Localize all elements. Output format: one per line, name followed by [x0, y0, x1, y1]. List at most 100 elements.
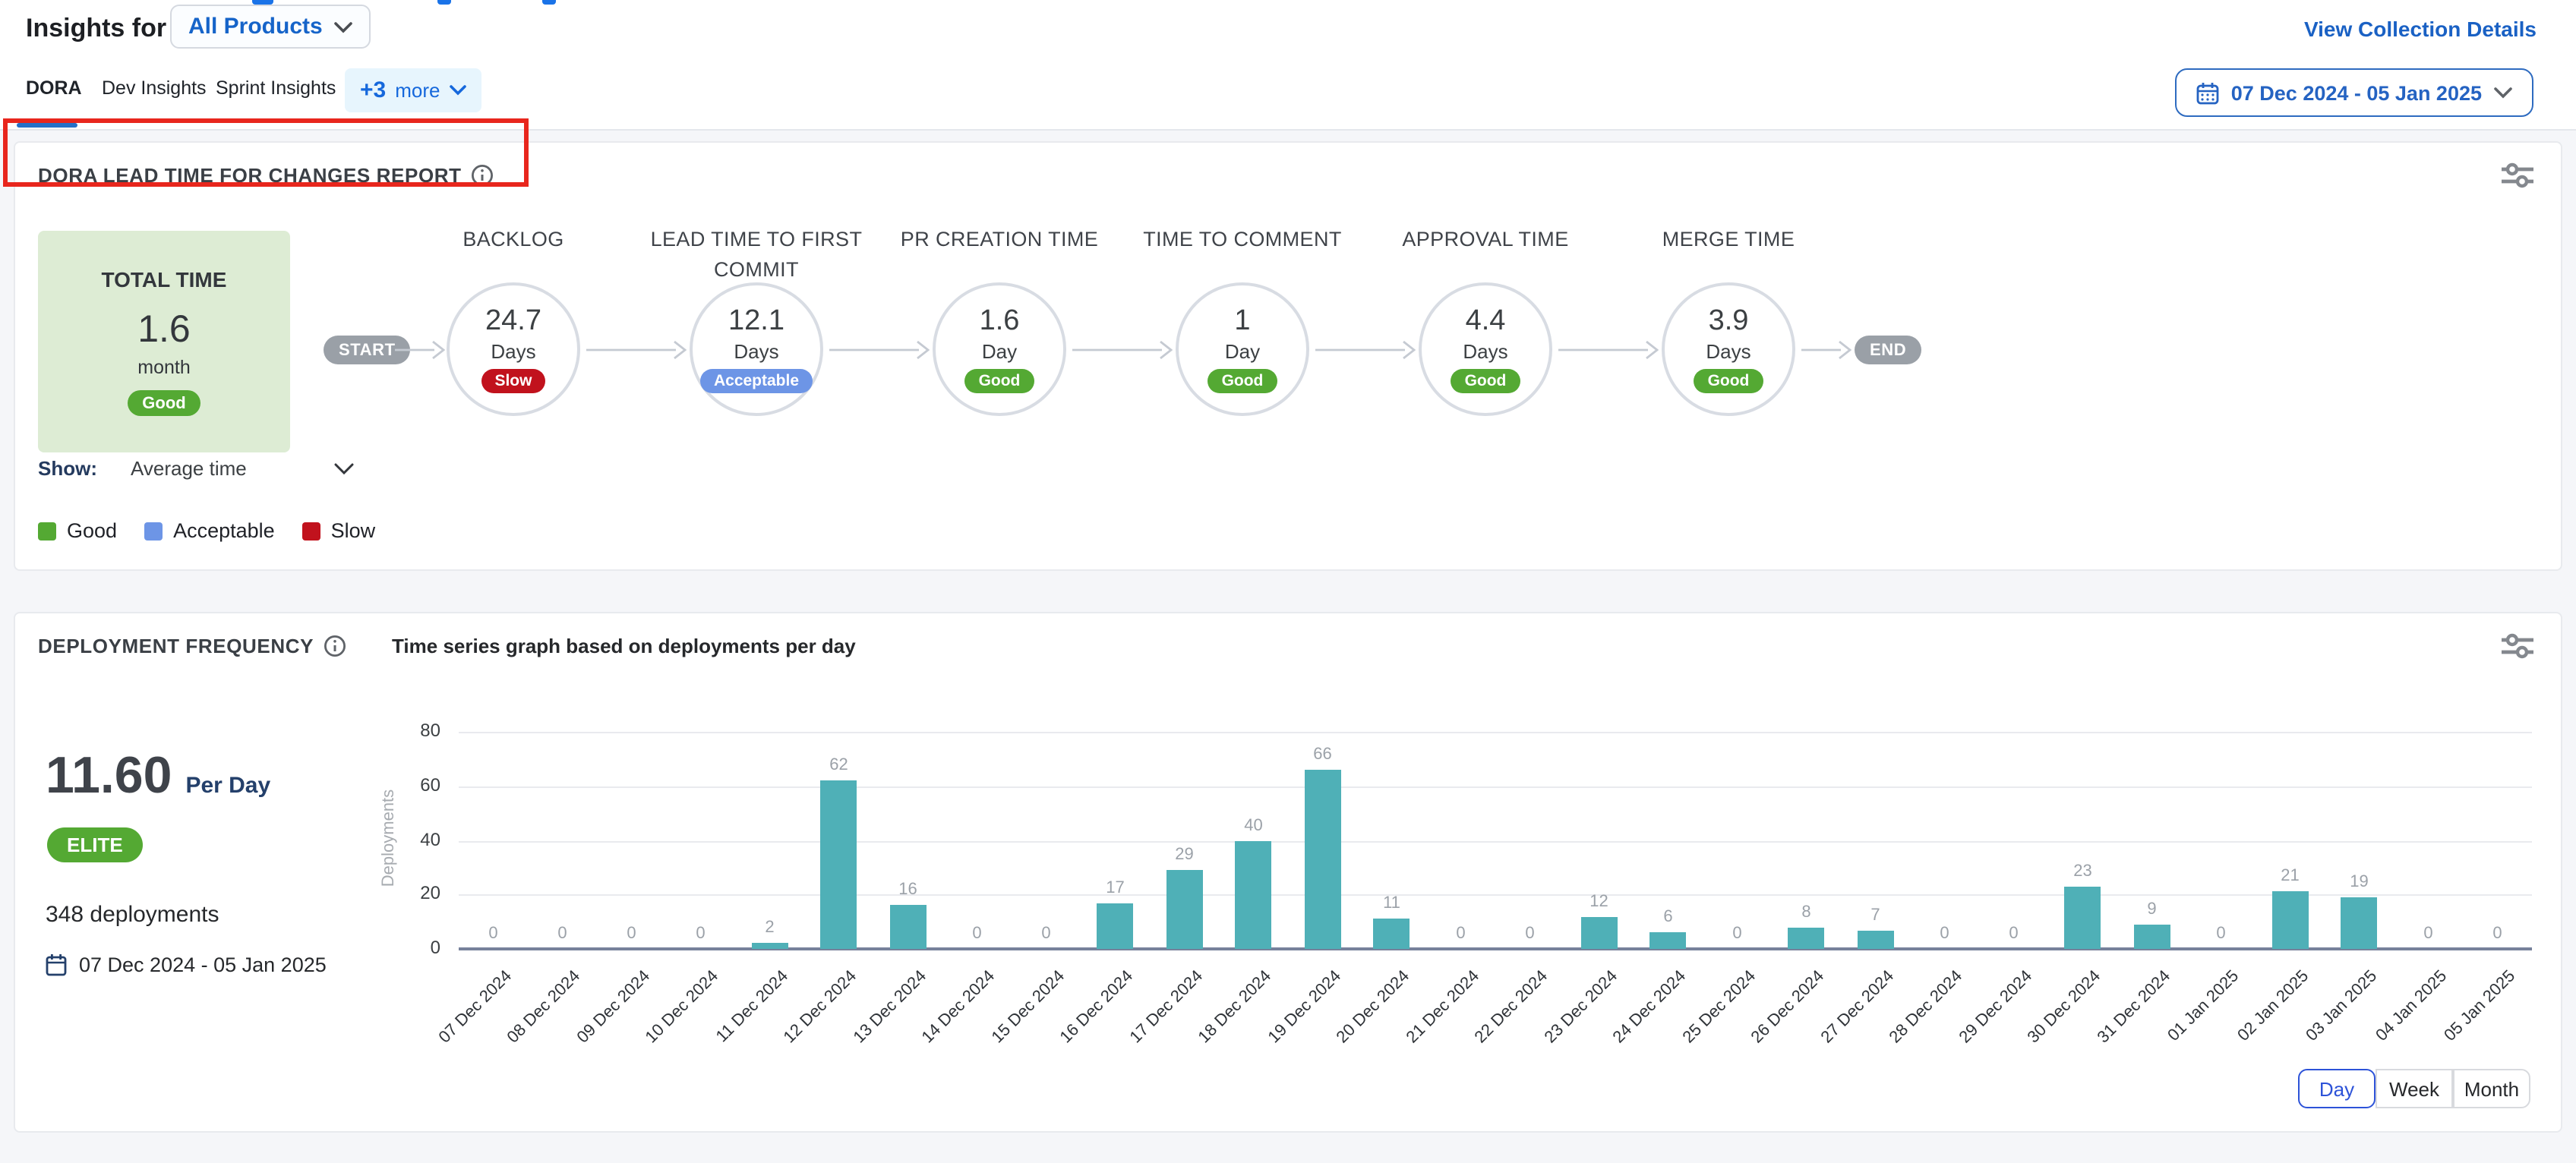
deployment-bar[interactable] — [2065, 887, 2101, 949]
deployments-bar-chart: Deployments 806040200 000026216001729406… — [15, 613, 2564, 1134]
deployment-bar[interactable] — [2341, 897, 2378, 949]
legend-item-acceptable: Acceptable — [144, 519, 275, 542]
stage-unit: Days — [491, 340, 535, 363]
bar-value-label: 2 — [737, 919, 803, 938]
bar-value-label: 9 — [2119, 900, 2186, 919]
bar-value-label: 0 — [1981, 925, 2047, 943]
stage-rating-badge: Good — [965, 369, 1034, 393]
deployment-bar[interactable] — [752, 944, 788, 949]
stage-value: 1.6 — [980, 305, 1020, 339]
header: Insights for All Products View Collectio… — [0, 0, 2576, 131]
flow-arrow — [586, 340, 687, 360]
bar-value-label: 0 — [598, 925, 665, 943]
bar-value-label: 17 — [1082, 878, 1149, 897]
y-tick-label: 60 — [371, 774, 440, 796]
flow-arrow — [395, 340, 445, 360]
page: Insights for All Products View Collectio… — [0, 0, 2576, 1163]
y-tick-label: 80 — [371, 720, 440, 741]
stage-circle-backlog[interactable]: 24.7 Days Slow — [447, 282, 580, 416]
tab-dev-insights[interactable]: Dev Insights — [102, 77, 207, 99]
stage-label-approval-time: APPROVAL TIME — [1364, 225, 1607, 254]
stage-value: 1 — [1234, 305, 1250, 339]
stage-label-pr-creation: PR CREATION TIME — [878, 225, 1121, 254]
y-tick-label: 0 — [371, 937, 440, 958]
clipped-link-fragment — [542, 0, 556, 5]
deployment-bar[interactable] — [2272, 892, 2309, 949]
stage-rating-badge: Acceptable — [700, 369, 813, 393]
widget-settings-icon[interactable] — [2502, 162, 2533, 196]
stage-label-backlog: BACKLOG — [392, 225, 635, 254]
deployment-bar[interactable] — [821, 780, 857, 949]
legend-item-good: Good — [38, 519, 117, 542]
clipped-link-fragment — [437, 0, 451, 5]
gridline — [459, 732, 2532, 733]
deployment-bar[interactable] — [890, 906, 927, 949]
deployment-bar[interactable] — [1236, 840, 1272, 949]
stage-circle-time-to-comment[interactable]: 1 Day Good — [1176, 282, 1309, 416]
bar-value-label: 0 — [529, 925, 596, 943]
tab-dora[interactable]: DORA — [26, 77, 82, 99]
deployment-bar[interactable] — [1650, 933, 1687, 949]
deployment-bar[interactable] — [1858, 930, 1894, 949]
deployment-bar[interactable] — [1374, 919, 1410, 949]
bar-value-label: 0 — [944, 925, 1011, 943]
more-tabs-count: +3 — [360, 77, 386, 103]
y-tick-label: 20 — [371, 883, 440, 904]
legend-swatch-acceptable — [144, 522, 163, 540]
deployment-bar[interactable] — [1788, 927, 1825, 949]
stage-value: 3.9 — [1709, 305, 1749, 339]
stage-circle-approval-time[interactable]: 4.4 Days Good — [1419, 282, 1552, 416]
deployment-bar[interactable] — [1166, 870, 1203, 949]
stage-circle-merge-time[interactable]: 3.9 Days Good — [1662, 282, 1795, 416]
flow-arrow — [1072, 340, 1173, 360]
product-selector-dropdown[interactable]: All Products — [170, 5, 371, 49]
legend-item-slow: Slow — [302, 519, 376, 542]
info-icon[interactable] — [471, 164, 494, 187]
legend-label: Acceptable — [173, 519, 275, 542]
date-range-value: 07 Dec 2024 - 05 Jan 2025 — [2231, 81, 2482, 104]
more-tabs-dropdown[interactable]: +3 more — [345, 68, 481, 112]
flow-arrow — [1315, 340, 1416, 360]
bar-value-label: 66 — [1290, 745, 1356, 764]
stage-unit: Day — [1225, 340, 1260, 363]
stage-unit: Day — [982, 340, 1017, 363]
active-tab-underline — [17, 123, 77, 128]
tab-sprint-insights[interactable]: Sprint Insights — [216, 77, 336, 99]
show-label: Show: — [38, 457, 97, 480]
gridline — [459, 895, 2532, 897]
deployment-bar[interactable] — [1305, 770, 1341, 949]
flow-arrow — [1801, 340, 1852, 360]
chevron-down-icon — [2494, 87, 2512, 99]
toggle-day-button[interactable]: Day — [2298, 1069, 2376, 1108]
deployment-frequency-card: DEPLOYMENT FREQUENCY Time series graph b… — [14, 612, 2562, 1133]
toggle-month-button[interactable]: Month — [2453, 1069, 2530, 1108]
calendar-icon — [2196, 81, 2219, 104]
deployment-bar[interactable] — [2134, 925, 2170, 949]
gridline — [459, 840, 2532, 842]
granularity-toggle: Day Week Month — [2298, 1069, 2530, 1108]
deployment-bar[interactable] — [1581, 916, 1618, 949]
end-pill: END — [1855, 336, 1921, 364]
chevron-down-icon — [449, 85, 466, 96]
page-title: Insights for — [26, 14, 166, 44]
toggle-week-button[interactable]: Week — [2376, 1069, 2453, 1108]
date-range-picker[interactable]: 07 Dec 2024 - 05 Jan 2025 — [2175, 68, 2533, 117]
bar-value-label: 0 — [1013, 925, 1080, 943]
bar-value-label: 16 — [875, 881, 942, 900]
bar-value-label: 62 — [806, 756, 873, 774]
stage-circle-pr-creation[interactable]: 1.6 Day Good — [933, 282, 1066, 416]
show-value: Average time — [131, 457, 247, 480]
stage-label-lead-time-first-commit: LEAD TIME TO FIRST COMMIT — [635, 225, 878, 284]
flow-arrow — [829, 340, 930, 360]
show-selector[interactable]: Show: Average time — [38, 457, 355, 480]
bar-value-label: 0 — [460, 925, 527, 943]
view-collection-details-link[interactable]: View Collection Details — [2304, 17, 2537, 41]
flow-arrow — [1558, 340, 1659, 360]
bar-value-label: 0 — [1911, 925, 1978, 943]
bar-value-label: 0 — [1704, 925, 1771, 943]
legend-swatch-good — [38, 522, 56, 540]
deployment-bar[interactable] — [1097, 903, 1134, 949]
stage-circle-lead-time-first-commit[interactable]: 12.1 Days Acceptable — [690, 282, 823, 416]
stage-value: 12.1 — [728, 305, 784, 339]
lead-time-card: DORA LEAD TIME FOR CHANGES REPORT TOTAL … — [14, 141, 2562, 571]
